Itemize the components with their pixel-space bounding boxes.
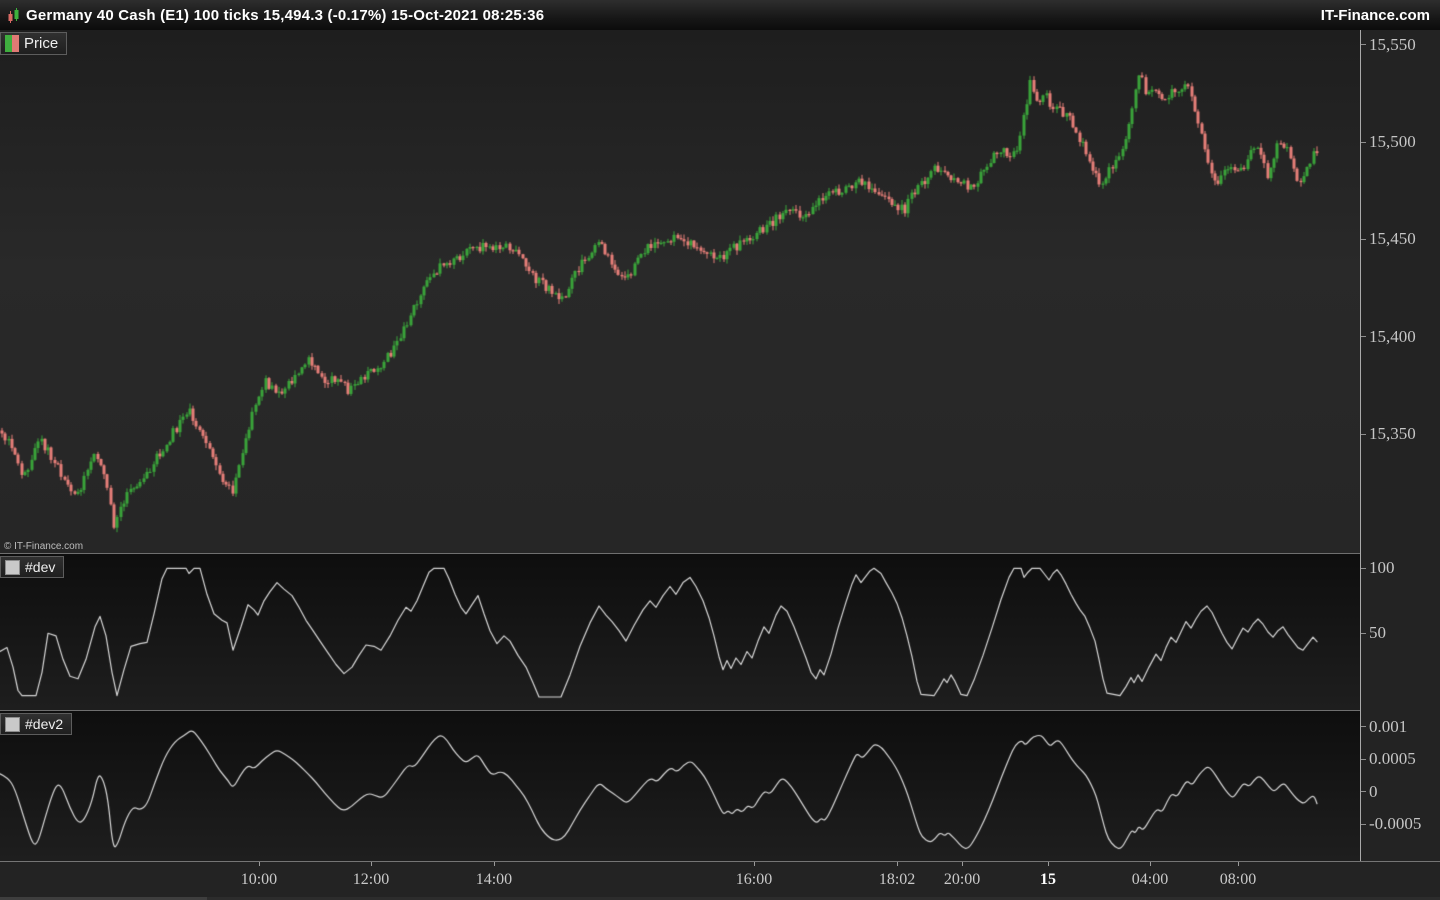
dev2-legend-label: #dev2 <box>25 716 64 732</box>
dev2-legend[interactable]: #dev2 <box>0 713 73 735</box>
axis-tick-label: 15,500 <box>1369 132 1416 151</box>
candlestick-logo-icon <box>6 7 21 24</box>
time-tick-mark <box>962 862 964 866</box>
line-swatch-icon <box>5 559 20 575</box>
time-label: 15 <box>1040 871 1057 888</box>
price-legend[interactable]: Price <box>0 32 68 55</box>
dev2-indicator-panel[interactable]: #dev2 <box>0 711 1360 861</box>
axis-tick-mark <box>1361 632 1366 634</box>
axis-tick-mark <box>1361 141 1366 143</box>
axis-tick-mark <box>1361 238 1366 240</box>
axis-tick-mark <box>1361 336 1366 338</box>
dev2-line-canvas[interactable] <box>0 711 1360 861</box>
price-legend-label: Price <box>24 35 59 52</box>
axis-tick-mark <box>1361 44 1366 46</box>
axis-tick-label: 15,400 <box>1369 326 1416 346</box>
time-label: 12:00 <box>352 871 390 888</box>
time-label: 08:00 <box>1219 871 1257 888</box>
dev-legend[interactable]: #dev <box>0 556 65 578</box>
axis-tick-mark <box>1361 567 1366 569</box>
time-tick-mark <box>1238 862 1239 866</box>
time-tick-mark <box>897 862 899 866</box>
time-tick-mark <box>258 862 260 866</box>
time-tick-mark <box>1150 862 1152 866</box>
time-label: 20:00 <box>943 871 981 888</box>
time-tick-mark <box>1048 862 1050 866</box>
price-chart-panel[interactable]: Price © IT-Finance.com <box>0 30 1360 553</box>
axis-tick-mark <box>1361 758 1366 760</box>
brand-logo-text: IT-Finance.com <box>1320 6 1430 24</box>
time-tick-mark <box>371 862 372 866</box>
axis-tick-label: 100 <box>1369 558 1395 578</box>
copyright-watermark: © IT-Finance.com <box>4 541 84 552</box>
axis-tick-mark <box>1361 791 1366 793</box>
axis-tick-label: 0 <box>1369 781 1378 801</box>
axis-tick-label: -0.0005 <box>1369 814 1422 834</box>
time-label: 16:00 <box>735 871 773 888</box>
time-tick-mark <box>753 862 755 866</box>
trading-app-window: Germany 40 Cash (E1) 100 ticks 15,494.3 … <box>0 0 1440 900</box>
time-label: 04:00 <box>1131 871 1169 888</box>
instrument-title: Germany 40 Cash (E1) 100 ticks 15,494.3 … <box>26 6 545 24</box>
dev-legend-label: #dev <box>25 559 56 575</box>
axis-tick-mark <box>1361 433 1366 435</box>
panel-separator[interactable] <box>0 553 1360 554</box>
axis-tick-label: 15,550 <box>1369 34 1416 54</box>
title-bar: Germany 40 Cash (E1) 100 ticks 15,494.3 … <box>0 0 1440 30</box>
time-tick-mark <box>493 862 495 866</box>
time-scale-axis[interactable]: 10:00 12:00 14:00 16:00 18:02 20:00 15 04:00 08:… <box>0 861 1440 900</box>
line-swatch-icon <box>5 716 20 732</box>
time-label: 10:00 <box>240 871 278 888</box>
dev-indicator-panel[interactable]: #dev <box>0 554 1360 710</box>
price-scale-axis[interactable]: 15,550 15,500 15,450 15,400 15,350 100 50 0.001… <box>1360 30 1440 861</box>
panel-separator[interactable] <box>0 710 1360 711</box>
axis-tick-label: 15,350 <box>1369 424 1416 444</box>
dev-line-canvas[interactable] <box>0 554 1360 710</box>
axis-tick-label: 50 <box>1369 623 1386 643</box>
axis-tick-label: 0.0005 <box>1369 749 1416 769</box>
price-candlestick-canvas[interactable] <box>0 30 1360 553</box>
axis-tick-mark <box>1361 726 1366 728</box>
candle-swatch-icon <box>5 35 19 52</box>
time-label: 18:02 <box>878 871 916 888</box>
time-label: 14:00 <box>475 871 513 888</box>
axis-tick-mark <box>1361 823 1366 825</box>
axis-tick-label: 15,450 <box>1369 229 1416 249</box>
axis-tick-label: 0.001 <box>1369 716 1408 736</box>
